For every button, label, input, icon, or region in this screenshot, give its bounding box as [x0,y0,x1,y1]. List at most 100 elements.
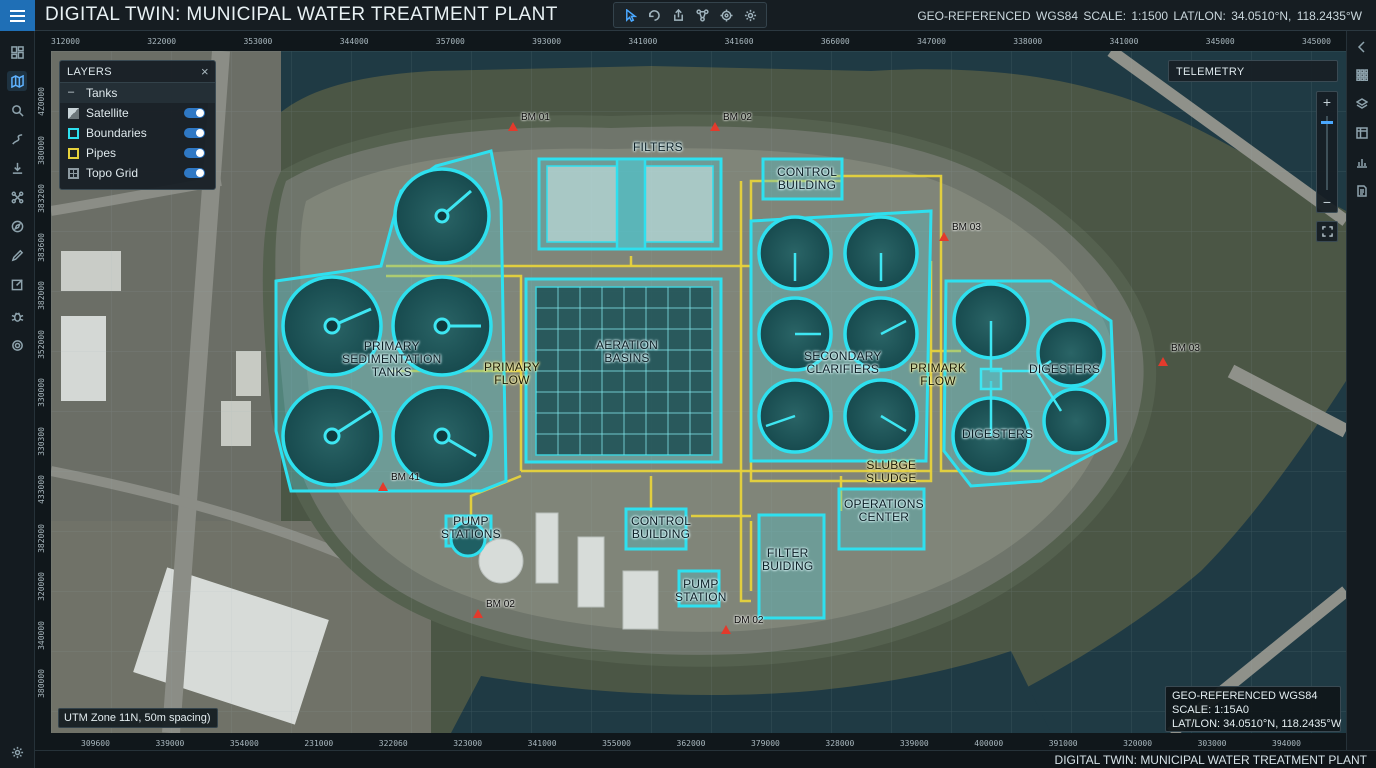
dashboard-icon [10,45,24,59]
ruler-tick-label: 345000 [1205,37,1235,46]
zoom-slider-track[interactable] [1326,116,1328,190]
satellite-layer-icon [68,108,79,119]
search-icon [11,104,24,117]
zoom-in-button[interactable]: + [1317,92,1337,112]
map-viewport[interactable]: FILTERS CONTROL BUILDING AERATION BASINS… [51,51,1346,733]
settings-icon [11,746,23,758]
grid-icon [1356,69,1368,81]
ruler-tick-label: 341000 [527,739,557,748]
layer-satellite[interactable]: Satellite [60,103,215,123]
ruler-tick-label: 353000 [243,37,273,46]
layer-toggle-satellite[interactable] [184,108,205,118]
layer-pipes[interactable]: Pipes [60,143,215,163]
rail-pen-button[interactable] [7,245,27,265]
layer-label: Boundaries [86,126,147,140]
ruler-tick-label: 341000 [628,37,658,46]
rail-bug-button[interactable] [7,306,27,326]
target-tool-button[interactable] [717,6,735,24]
label-primary-flow-right: PRIMARK FLOW [910,361,967,388]
layer-label: Satellite [86,106,129,120]
rail-bottom-settings-button[interactable] [7,742,27,762]
benchmark-bm02-top[interactable]: BM 02 [710,112,752,132]
gear-icon [11,339,23,351]
layer-group-tanks[interactable]: – Tanks [60,83,215,103]
fullscreen-button[interactable] [1316,221,1338,242]
rail-dashboard-button[interactable] [7,42,27,62]
rail-route-button[interactable] [7,129,27,149]
ruler-tick-label: 382000 [37,281,46,310]
rail-download-button[interactable] [7,158,27,178]
layer-toggle-pipes[interactable] [184,148,205,158]
settings-tool-button[interactable] [741,6,759,24]
layer-boundaries[interactable]: Boundaries [60,123,215,143]
rrail-collapse-button[interactable] [1353,38,1371,56]
ruler-tick-label: 380000 [37,669,46,698]
grid-layer-icon [68,168,79,179]
benchmark-bm01[interactable]: BM 01 [508,112,550,132]
ruler-tick-label: 312000 [51,37,80,46]
ruler-tick-label: 382000 [37,523,46,553]
benchmark-triangle-icon [939,232,949,241]
layer-topo-grid[interactable]: Topo Grid [60,163,215,183]
target-icon [719,8,733,22]
rrail-chart-button[interactable] [1353,153,1371,171]
ruler-tick-label: 393000 [532,37,562,46]
collapse-icon [1357,41,1365,53]
layer-toggle-topo-grid[interactable] [184,168,205,178]
layer-toggle-boundaries[interactable] [184,128,205,138]
benchmark-bm03-far[interactable]: BM 03 [1158,343,1200,367]
rail-edit-button[interactable] [7,274,27,294]
label-pump-stations: PUMP STATIONS [441,514,501,541]
ruler-tick-label: 345000 [1302,37,1331,46]
rrail-grid-button[interactable] [1353,66,1371,84]
layer-group-label: Tanks [86,86,118,100]
share-icon [673,8,683,21]
table-icon [1356,127,1368,139]
label-primary-sedimentation: PRIMARY SEDIMENTATION TANKS [342,339,442,379]
rail-search-button[interactable] [7,100,27,120]
rail-network-button[interactable] [7,187,27,207]
layer-label: Pipes [86,146,117,160]
rail-compass-button[interactable] [7,216,27,236]
share-tool-button[interactable] [669,6,687,24]
ruler-tick-label: 400000 [974,739,1004,748]
ruler-tick-label: 362000 [676,739,706,748]
label-digesters-bottom: DIGESTERS [962,427,1034,441]
benchmark-bm03[interactable]: BM 03 [939,222,981,242]
benchmark-dm02[interactable]: DM 02 [721,615,763,635]
select-tool-button[interactable] [621,6,639,24]
close-icon[interactable]: × [201,64,209,79]
gear-icon [744,9,756,21]
rrail-layers-button[interactable] [1353,95,1371,113]
rail-settings-button[interactable] [7,335,27,355]
georef-line-3: LAT/LON: 34.0510°N, 118.2435°W [1172,718,1342,730]
zoom-out-button[interactable]: − [1317,192,1337,212]
ruler-tick-label: 323000 [453,739,483,748]
ruler-tick-label: 383200 [37,184,46,213]
zoom-slider-thumb[interactable] [1321,120,1333,124]
telemetry-panel[interactable]: TELEMETRY [1168,60,1338,82]
benchmark-bm02-bottom-left[interactable]: BM 02 [473,599,515,619]
rrail-table-button[interactable] [1353,124,1371,142]
ruler-left: 4Z0000 380000 383200 383600 382000 352000 3300… [35,51,51,733]
hamburger-menu-button[interactable] [0,0,35,31]
ruler-tick-label: 341600 [724,37,754,46]
georef-line-2: SCALE: 1:15A0 [1172,704,1250,716]
georef-line-1: GEO-REFERENCED WGS84 [1172,690,1318,702]
layers-panel-title: LAYERS [67,66,112,78]
rotate-tool-button[interactable] [645,6,663,24]
status-footer: DIGITAL TWIN: MUNICIPAL WATER TREATMENT … [35,750,1376,768]
select-icon [625,8,637,22]
ruler-tick-label: 366000 [820,37,850,46]
benchmark-bm41[interactable]: BM 41 [378,472,420,492]
ruler-tick-label: 339000 [899,739,929,748]
ruler-tick-label: 339000 [155,739,185,748]
network-tool-button[interactable] [693,6,711,24]
ruler-tick-label: 391000 [1048,739,1078,748]
ruler-tick-label: 328000 [825,739,855,748]
rrail-document-button[interactable] [1353,182,1371,200]
rail-map-button[interactable] [7,71,27,91]
ruler-tick-label: 341000 [1109,37,1139,46]
benchmark-triangle-icon [721,625,731,634]
ruler-tick-label: 352000 [37,329,46,359]
